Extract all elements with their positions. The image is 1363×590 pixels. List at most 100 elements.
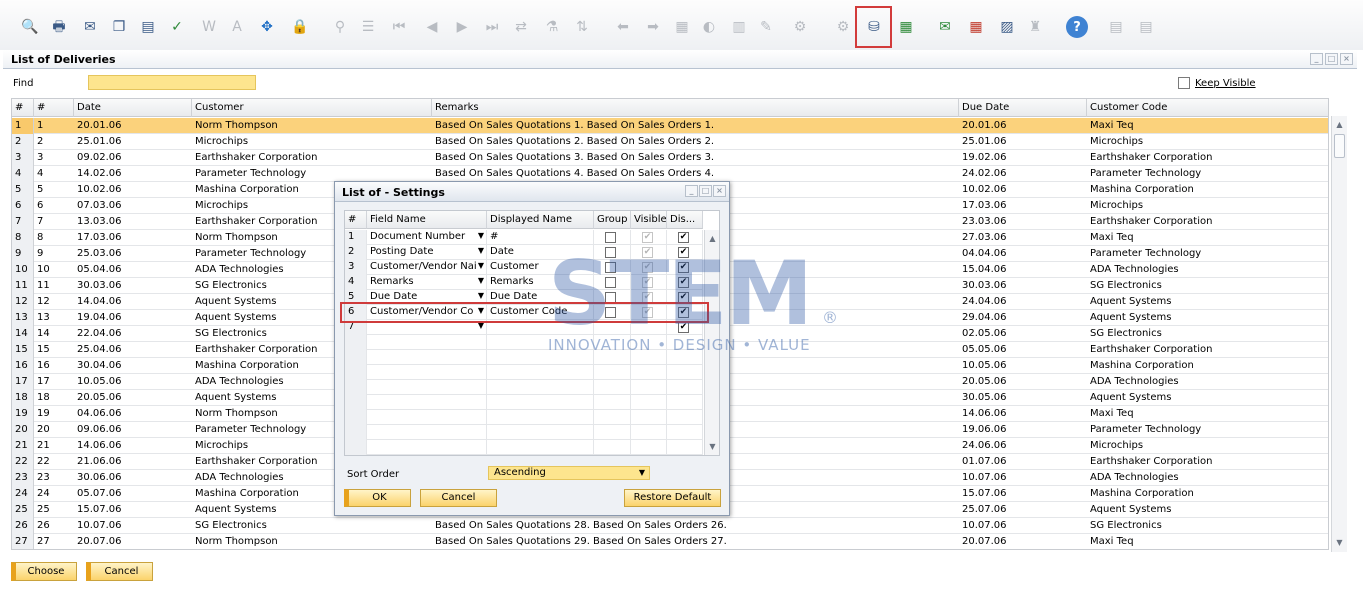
visible-checkbox[interactable]: ✔ — [642, 262, 653, 273]
settings-cell[interactable]: # — [487, 230, 594, 245]
group-checkbox[interactable] — [605, 247, 616, 258]
dialog-cancel-button[interactable]: Cancel — [420, 489, 497, 507]
message-icon[interactable]: ▦ — [966, 16, 986, 38]
sort-icon[interactable]: ⇅ — [572, 16, 592, 38]
settings-cell[interactable]: Customer — [487, 260, 594, 275]
column-header[interactable]: Date — [74, 99, 192, 117]
help-icon[interactable]: ? — [1066, 16, 1088, 38]
maximize-icon[interactable]: □ — [699, 185, 712, 197]
column-header[interactable]: Remarks — [432, 99, 959, 117]
close-icon[interactable]: × — [713, 185, 726, 197]
settings-icon[interactable]: ⛁ — [864, 16, 884, 38]
column-header[interactable]: Customer Code — [1087, 99, 1328, 117]
settings-row[interactable] — [345, 395, 703, 410]
ok-button[interactable]: OK — [344, 489, 411, 507]
minimize-icon[interactable]: _ — [1310, 53, 1323, 65]
settings-row[interactable] — [345, 425, 703, 440]
maximize-icon[interactable]: □ — [1325, 53, 1338, 65]
calculator-icon[interactable]: ▨ — [997, 16, 1017, 38]
excel-icon[interactable]: ✓ — [167, 16, 187, 38]
table-row[interactable]: 3 3 09.02.06 Earthshaker Corporation Based O… — [12, 150, 1328, 166]
chevron-down-icon[interactable]: ▼ — [478, 246, 484, 255]
email-icon[interactable]: ✉ — [80, 16, 100, 38]
settings-cell[interactable]: ▼ — [367, 320, 487, 335]
settings-row[interactable]: 1 Document Number ▼ # ✔ ✔ — [345, 230, 703, 245]
column-header[interactable]: Due Date — [959, 99, 1087, 117]
data-icon[interactable]: ▤ — [1136, 16, 1156, 38]
preview-icon[interactable]: ⚙ — [790, 16, 810, 38]
close-icon[interactable]: × — [1340, 53, 1353, 65]
scroll-up-icon[interactable]: ▲ — [705, 232, 719, 246]
visible-checkbox[interactable]: ✔ — [642, 292, 653, 303]
column-header[interactable]: # — [12, 99, 34, 117]
settings-row[interactable] — [345, 365, 703, 380]
chevron-down-icon[interactable]: ▼ — [478, 276, 484, 285]
settings-cell[interactable]: Document Number ▼ — [367, 230, 487, 245]
database-icon[interactable]: ▦ — [896, 16, 916, 38]
print-icon[interactable]: 🖶 — [49, 16, 69, 38]
cancel-button[interactable]: Cancel — [86, 562, 153, 581]
previous-record-icon[interactable]: ◀ — [422, 16, 442, 38]
settings-column-header[interactable]: Displayed Name — [487, 211, 594, 229]
minimize-icon[interactable]: _ — [685, 185, 698, 197]
choose-button[interactable]: Choose — [11, 562, 77, 581]
settings-column-header[interactable]: Group — [594, 211, 631, 229]
settings-column-header[interactable]: Field Name — [367, 211, 487, 229]
next-record-icon[interactable]: ▶ — [452, 16, 472, 38]
settings-row[interactable] — [345, 335, 703, 350]
table-row[interactable]: 2 2 25.01.06 Microchips Based On Sales Quota… — [12, 134, 1328, 150]
table-row[interactable]: 26 26 10.07.06 SG Electronics Based On Sales… — [12, 518, 1328, 534]
settings-cell[interactable]: Remarks ▼ — [367, 275, 487, 290]
settings-row[interactable] — [345, 380, 703, 395]
scroll-down-icon[interactable]: ▼ — [1332, 536, 1347, 550]
word-icon[interactable]: W — [199, 16, 219, 38]
settings-row[interactable] — [345, 410, 703, 425]
settings-row[interactable]: 3 Customer/Vendor Nai ▼ Customer ✔ ✔ — [345, 260, 703, 275]
settings-column-header[interactable]: # — [345, 211, 367, 229]
base-document-icon[interactable]: ⬅ — [613, 16, 633, 38]
journal-icon[interactable]: ▦ — [672, 16, 692, 38]
sort-order-select[interactable]: Ascending ▼ — [488, 466, 650, 480]
settings-cell[interactable]: Date — [487, 245, 594, 260]
group-checkbox[interactable] — [605, 232, 616, 243]
table-row[interactable]: 4 4 14.02.06 Parameter Technology Based On S… — [12, 166, 1328, 182]
settings-cell[interactable] — [487, 320, 594, 335]
dis-checkbox[interactable]: ✔ — [678, 277, 689, 288]
column-header[interactable]: Customer — [192, 99, 432, 117]
fax-icon[interactable]: ▤ — [138, 16, 158, 38]
lock-icon[interactable]: 🔒 — [290, 16, 310, 38]
chevron-down-icon[interactable]: ▼ — [478, 306, 484, 315]
grid-scrollbar[interactable]: ▲ ▼ — [1331, 116, 1347, 552]
visible-checkbox[interactable]: ✔ — [642, 232, 653, 243]
settings-row[interactable]: 6 Customer/Vendor Co ▼ Customer Code ✔ ✔ — [345, 305, 703, 320]
refresh-icon[interactable]: ⇄ — [511, 16, 531, 38]
group-checkbox[interactable] — [605, 307, 616, 318]
find-icon[interactable]: ⚲ — [330, 16, 350, 38]
visible-checkbox[interactable]: ✔ — [642, 277, 653, 288]
group-checkbox[interactable] — [605, 277, 616, 288]
dis-checkbox[interactable]: ✔ — [678, 292, 689, 303]
settings-row[interactable] — [345, 440, 703, 455]
chevron-down-icon[interactable]: ▼ — [478, 321, 484, 330]
dis-checkbox[interactable]: ✔ — [678, 322, 689, 333]
copy-icon[interactable]: ❐ — [109, 16, 129, 38]
restore-default-button[interactable]: Restore Default — [624, 489, 721, 507]
dis-checkbox[interactable]: ✔ — [678, 247, 689, 258]
group-checkbox[interactable] — [605, 292, 616, 303]
settings-row[interactable] — [345, 350, 703, 365]
navigate-icon[interactable]: ✥ — [257, 16, 277, 38]
settings-cell[interactable]: Remarks — [487, 275, 594, 290]
layout-designer-icon[interactable]: ✎ — [756, 16, 776, 38]
payment-icon[interactable]: ◐ — [699, 16, 719, 38]
lock-screen-icon[interactable]: ▤ — [1106, 16, 1126, 38]
keep-visible-checkbox[interactable] — [1178, 77, 1190, 89]
last-record-icon[interactable]: ⏭ — [482, 16, 502, 38]
table-row[interactable]: 27 27 20.07.06 Norm Thompson Based On Sales … — [12, 534, 1328, 549]
visible-checkbox[interactable]: ✔ — [642, 307, 653, 318]
scroll-up-icon[interactable]: ▲ — [1332, 118, 1347, 132]
settings-cell[interactable]: Customer/Vendor Nai ▼ — [367, 260, 487, 275]
visible-checkbox[interactable]: ✔ — [642, 247, 653, 258]
list-icon[interactable]: ☰ — [358, 16, 378, 38]
dis-checkbox[interactable]: ✔ — [678, 262, 689, 273]
table-row[interactable]: 1 1 20.01.06 Norm Thompson Based On Sales Qu… — [12, 118, 1328, 134]
